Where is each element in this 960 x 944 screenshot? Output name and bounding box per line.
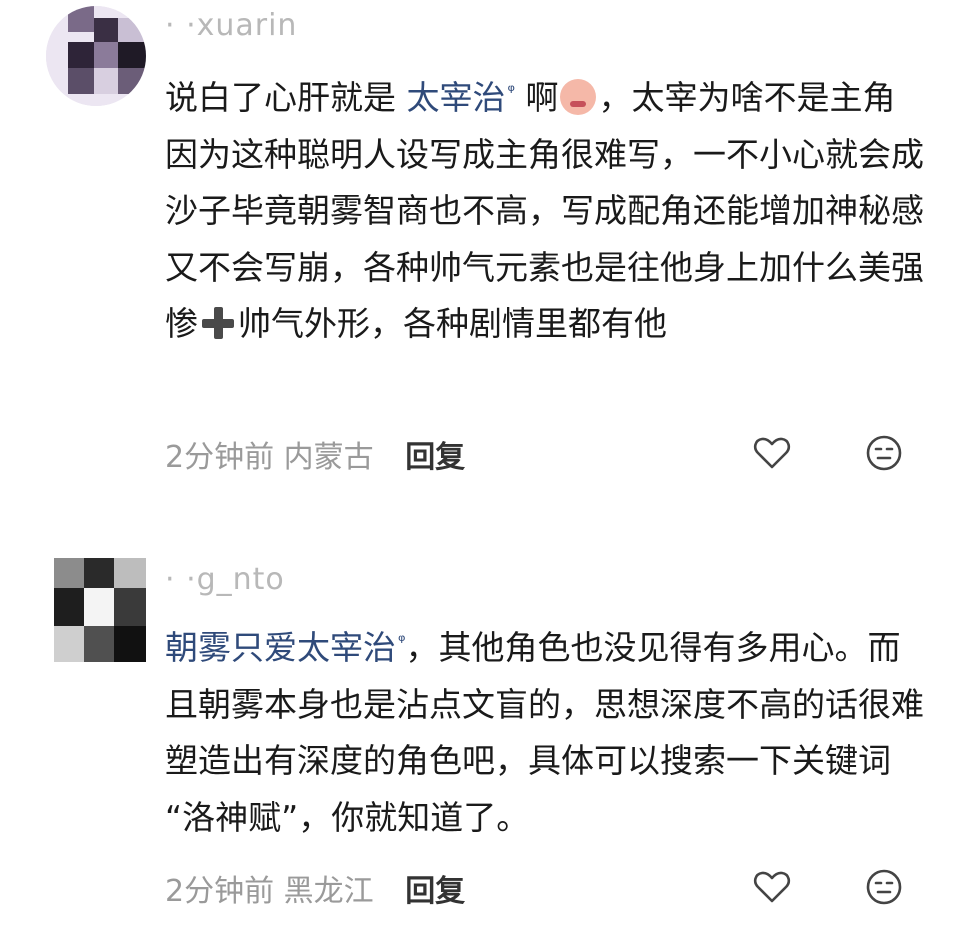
location: 黑龙江 bbox=[283, 874, 374, 909]
comment-meta: 2分钟前 内蒙古 回复 bbox=[165, 432, 465, 476]
comment-text: 朝雾只爱太宰治 ᵠ，其他角色也没见得有多用心。而且朝雾本身也是沾点文盲的，思想深度… bbox=[165, 614, 925, 846]
username[interactable]: · ·g_nto bbox=[165, 562, 285, 597]
neutral-face-icon[interactable] bbox=[864, 867, 904, 907]
reply-button[interactable]: 回复 bbox=[405, 440, 465, 475]
location: 内蒙古 bbox=[283, 440, 374, 475]
timestamp: 2分钟前 bbox=[165, 874, 275, 909]
keyword-link[interactable]: 朝雾只爱太宰治 bbox=[165, 628, 396, 667]
username[interactable]: · ·xuarin bbox=[165, 8, 297, 43]
search-icon: ᵠ bbox=[507, 81, 515, 102]
comment-text-part: 说白了心肝就是 bbox=[165, 78, 407, 117]
heart-icon[interactable] bbox=[752, 433, 792, 473]
comment-text-part: 啊 bbox=[525, 78, 559, 117]
comment-text-part: 帅气外形，各种剧情里都有他 bbox=[238, 304, 667, 343]
comment-text: 说白了心肝就是 太宰治 ᵠ 啊，太宰为啥不是主角因为这种聪明人设写成主角很难写，一… bbox=[165, 64, 925, 353]
avatar[interactable] bbox=[54, 558, 146, 662]
heart-icon[interactable] bbox=[752, 867, 792, 907]
reply-button[interactable]: 回复 bbox=[405, 874, 465, 909]
comment-meta: 2分钟前 黑龙江 回复 bbox=[165, 866, 465, 910]
avatar[interactable] bbox=[46, 6, 146, 106]
plus-emoji-icon bbox=[200, 305, 236, 341]
neutral-face-icon[interactable] bbox=[864, 433, 904, 473]
keyword-link[interactable]: 太宰治 bbox=[407, 78, 506, 117]
timestamp: 2分钟前 bbox=[165, 440, 275, 475]
crying-emoji-icon bbox=[560, 79, 597, 115]
